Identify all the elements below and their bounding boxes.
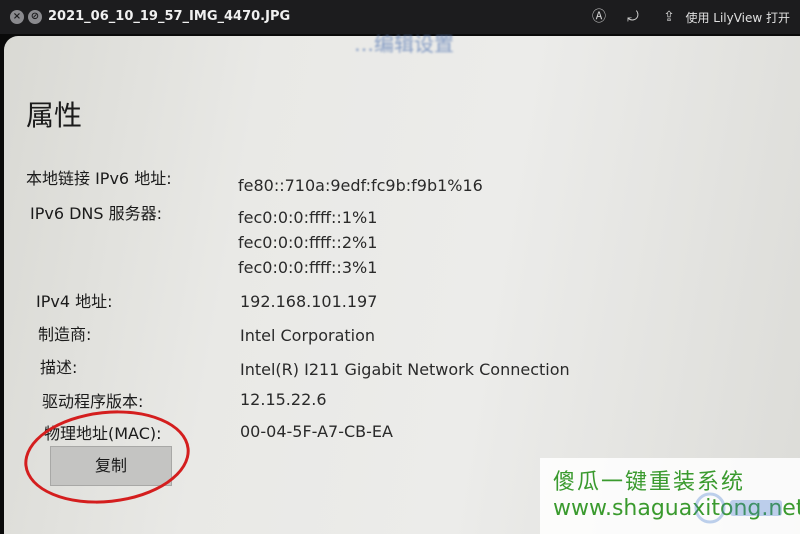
page-title: 属性 [26,99,83,132]
label-link-local-ipv6: 本地链接 IPv6 地址: [26,169,172,188]
label-driver-version: 驱动程序版本: [42,392,144,411]
value-manufacturer: Intel Corporation [240,326,376,345]
label-ipv4: IPv4 地址: [36,292,113,311]
open-with-button[interactable]: 使用 LilyView 打开 [685,9,790,26]
markup-icon[interactable]: Ⓐ [590,8,608,26]
blurred-link-text: …编辑设置 [354,34,454,56]
value-ipv4: 192.168.101.197 [240,292,378,311]
value-driver-version: 12.15.22.6 [240,390,327,409]
value-ipv6-dns-3: fec0:0:0:ffff::3%1 [238,258,378,277]
window-title: 2021_06_10_19_57_IMG_4470.JPG [48,9,291,24]
value-description: Intel(R) I211 Gigabit Network Connection [240,360,570,379]
block-icon[interactable]: ⊘ [28,10,42,24]
value-link-local-ipv6: fe80::710a:9edf:fc9b:f9b1%16 [238,176,483,195]
watermark-logo-icon [694,492,782,524]
red-circle-annotation [19,402,195,512]
value-ipv6-dns-1: fec0:0:0:ffff::1%1 [238,208,378,227]
value-mac: 00-04-5F-A7-CB-EA [240,422,393,441]
viewer-titlebar: × ⊘ 2021_06_10_19_57_IMG_4470.JPG Ⓐ ⤾ ⇪ … [0,0,800,34]
label-manufacturer: 制造商: [38,325,92,344]
close-icon[interactable]: × [10,10,24,24]
value-ipv6-dns-2: fec0:0:0:ffff::2%1 [238,233,378,252]
share-icon[interactable]: ⇪ [660,8,678,26]
label-ipv6-dns: IPv6 DNS 服务器: [30,204,163,223]
label-description: 描述: [40,358,78,377]
rotate-icon[interactable]: ⤾ [624,8,642,26]
